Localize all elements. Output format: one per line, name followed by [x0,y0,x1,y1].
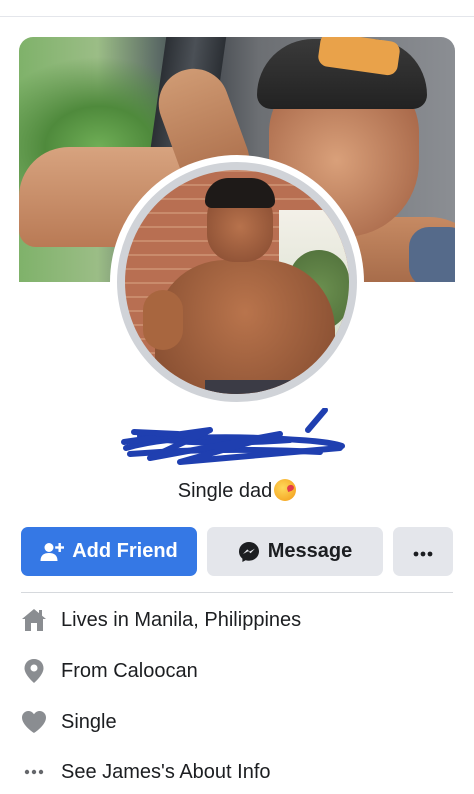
add-friend-button[interactable]: Add Friend [21,527,197,576]
intro-lives-in[interactable]: Lives in Manila, Philippines [0,600,474,640]
intro-relationship: Single [0,702,474,742]
heart-icon [21,709,47,735]
see-about-info-label: See James's About Info [61,760,271,783]
message-label: Message [267,540,353,562]
redacted-name [121,408,345,465]
location-pin-icon [21,658,47,684]
from-place[interactable]: Caloocan [113,660,198,682]
intro-from[interactable]: From Caloocan [0,651,474,691]
from-text: From Caloocan [61,660,198,683]
kissing-face-emoji-icon [274,479,297,501]
message-button[interactable]: Message [207,527,383,576]
profile-photo[interactable] [117,162,357,402]
person-plus-icon [40,542,65,562]
messenger-icon [238,541,260,563]
cover-strap [409,227,455,282]
home-icon [21,607,47,633]
photo-shorts [205,380,295,394]
section-divider [21,592,453,593]
from-prefix: From [61,659,114,682]
bio-text: Single dad [177,480,273,502]
add-friend-label: Add Friend [72,540,178,562]
see-about-info-link[interactable]: See James's About Info [0,752,474,792]
photo-hair [205,178,275,208]
top-divider [0,16,474,17]
dots-icon [21,759,47,785]
profile-photo-image [125,170,349,394]
profile-bio: Single dad [0,479,474,503]
lives-in-place[interactable]: Manila, Philippines [134,609,301,631]
lives-in-text: Lives in Manila, Philippines [61,609,301,632]
lives-in-prefix: Lives in [61,608,135,631]
photo-thumbs-up-hand [143,290,183,350]
more-options-button[interactable] [393,527,453,576]
more-dots-icon [412,540,434,563]
relationship-status: Single [61,710,117,733]
